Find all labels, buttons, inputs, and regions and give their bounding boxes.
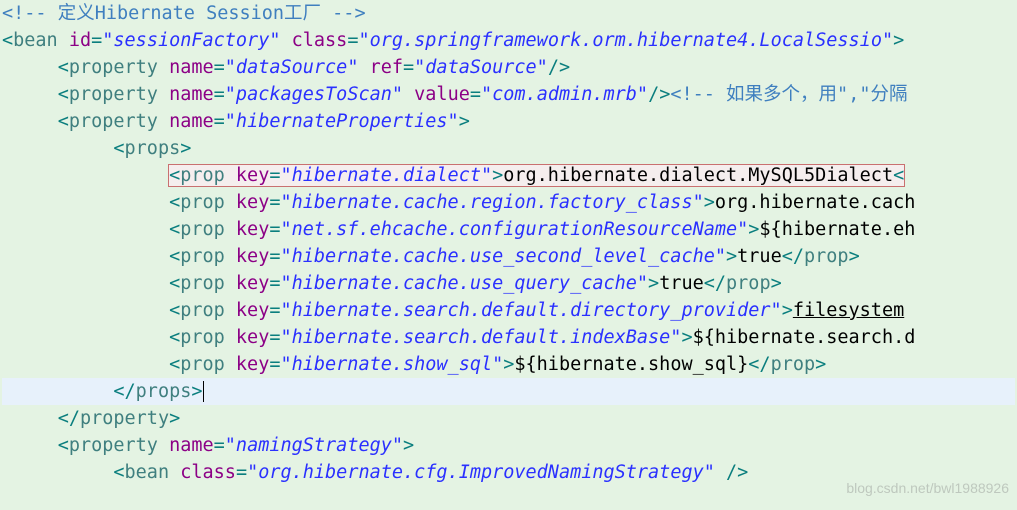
code-editor[interactable]: <!-- 定义Hibernate Session工厂 --> <bean id=… xyxy=(0,0,1017,486)
watermark: blog.csdn.net/bwl1988926 xyxy=(846,475,1009,502)
